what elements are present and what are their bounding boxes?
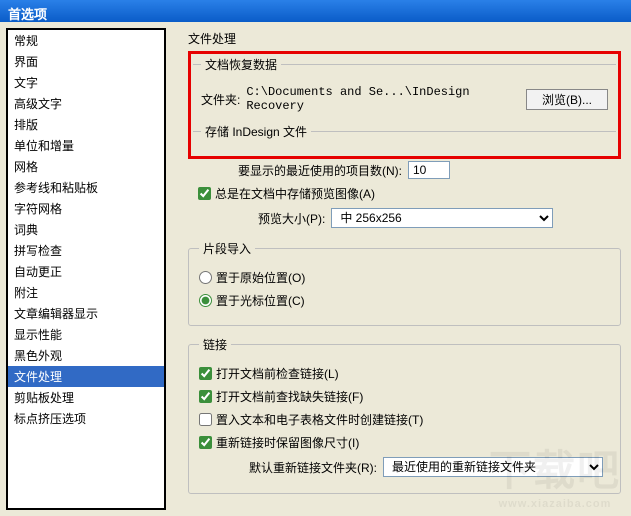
create-on-place-label: 置入文本和电子表格文件时创建链接(T) [216, 411, 423, 428]
links-legend: 链接 [199, 336, 231, 353]
default-relink-label: 默认重新链接文件夹(R): [249, 459, 377, 476]
find-missing-row: 打开文档前查找缺失链接(F) [199, 388, 610, 405]
sidebar-item[interactable]: 常规 [8, 30, 164, 51]
check-before-open-input[interactable] [199, 367, 212, 380]
sidebar-item[interactable]: 排版 [8, 114, 164, 135]
highlight-box: 文档恢复数据 文件夹: C:\Documents and Se...\InDes… [188, 51, 621, 159]
sidebar-item[interactable]: 文字 [8, 72, 164, 93]
save-group-body: 要显示的最近使用的项目数(N): 总是在文档中存储预览图像(A) 预览大小(P)… [188, 161, 621, 240]
preserve-dims-label: 重新链接时保留图像尺寸(I) [216, 434, 359, 451]
recovery-group: 文档恢复数据 文件夹: C:\Documents and Se...\InDes… [193, 56, 616, 123]
fragment-original-input[interactable] [199, 271, 212, 284]
fragment-cursor-input[interactable] [199, 294, 212, 307]
fragment-legend: 片段导入 [199, 240, 255, 257]
sidebar-item[interactable]: 文章编辑器显示 [8, 303, 164, 324]
links-group: 链接 打开文档前检查链接(L) 打开文档前查找缺失链接(F) 置入文本和电子表格… [188, 336, 621, 494]
fragment-cursor-row: 置于光标位置(C) [199, 292, 610, 309]
preview-size-select[interactable]: 中 256x256 [331, 208, 553, 228]
fragment-cursor-label: 置于光标位置(C) [216, 292, 305, 309]
sidebar-item[interactable]: 单位和增量 [8, 135, 164, 156]
fragment-original-label: 置于原始位置(O) [216, 269, 305, 286]
sidebar-item[interactable]: 拼写检查 [8, 240, 164, 261]
recent-items-input[interactable] [408, 161, 450, 179]
sidebar-item[interactable]: 参考线和粘贴板 [8, 177, 164, 198]
recovery-legend: 文档恢复数据 [201, 56, 281, 73]
sidebar-item[interactable]: 附注 [8, 282, 164, 303]
sidebar-item[interactable]: 字符网格 [8, 198, 164, 219]
preserve-dims-row: 重新链接时保留图像尺寸(I) [199, 434, 610, 451]
always-preview-checkbox[interactable]: 总是在文档中存储预览图像(A) [198, 185, 375, 202]
recovery-folder-row: 文件夹: C:\Documents and Se...\InDesign Rec… [201, 85, 608, 113]
category-sidebar[interactable]: 常规界面文字高级文字排版单位和增量网格参考线和粘贴板字符网格词典拼写检查自动更正… [6, 28, 166, 510]
create-on-place-row: 置入文本和电子表格文件时创建链接(T) [199, 411, 610, 428]
check-before-open-checkbox[interactable]: 打开文档前检查链接(L) [199, 365, 339, 382]
always-preview-label: 总是在文档中存储预览图像(A) [215, 185, 375, 202]
find-missing-input[interactable] [199, 390, 212, 403]
fragment-group: 片段导入 置于原始位置(O) 置于光标位置(C) [188, 240, 621, 326]
preserve-dims-input[interactable] [199, 436, 212, 449]
find-missing-label: 打开文档前查找缺失链接(F) [216, 388, 363, 405]
sidebar-item[interactable]: 词典 [8, 219, 164, 240]
save-legend: 存储 InDesign 文件 [201, 123, 311, 140]
sidebar-item[interactable]: 剪贴板处理 [8, 387, 164, 408]
preview-size-label: 预览大小(P): [258, 210, 325, 227]
sidebar-item[interactable]: 黑色外观 [8, 345, 164, 366]
window-titlebar: 首选项 [0, 0, 631, 22]
main-panel: 文件处理 文档恢复数据 文件夹: C:\Documents and Se...\… [172, 28, 625, 510]
recovery-folder-path: C:\Documents and Se...\InDesign Recovery [246, 85, 520, 113]
recent-items-label: 要显示的最近使用的项目数(N): [238, 162, 402, 179]
panel-title: 文件处理 [188, 30, 621, 47]
create-on-place-checkbox[interactable]: 置入文本和电子表格文件时创建链接(T) [199, 411, 423, 428]
default-relink-row: 默认重新链接文件夹(R): 最近使用的重新链接文件夹 [199, 457, 610, 477]
check-before-open-label: 打开文档前检查链接(L) [216, 365, 339, 382]
window-title: 首选项 [8, 7, 47, 22]
browse-button[interactable]: 浏览(B)... [526, 89, 608, 110]
sidebar-item[interactable]: 自动更正 [8, 261, 164, 282]
preview-size-row: 预览大小(P): 中 256x256 [198, 208, 611, 228]
find-missing-checkbox[interactable]: 打开文档前查找缺失链接(F) [199, 388, 363, 405]
preserve-dims-checkbox[interactable]: 重新链接时保留图像尺寸(I) [199, 434, 359, 451]
fragment-original-radio[interactable]: 置于原始位置(O) [199, 269, 305, 286]
default-relink-select[interactable]: 最近使用的重新链接文件夹 [383, 457, 603, 477]
sidebar-item[interactable]: 界面 [8, 51, 164, 72]
content-area: 常规界面文字高级文字排版单位和增量网格参考线和粘贴板字符网格词典拼写检查自动更正… [0, 22, 631, 516]
save-group-top: 存储 InDesign 文件 [193, 123, 616, 150]
sidebar-item[interactable]: 网格 [8, 156, 164, 177]
sidebar-item[interactable]: 文件处理 [8, 366, 164, 387]
fragment-original-row: 置于原始位置(O) [199, 269, 610, 286]
always-preview-input[interactable] [198, 187, 211, 200]
sidebar-item[interactable]: 高级文字 [8, 93, 164, 114]
sidebar-item[interactable]: 显示性能 [8, 324, 164, 345]
fragment-cursor-radio[interactable]: 置于光标位置(C) [199, 292, 305, 309]
check-before-open-row: 打开文档前检查链接(L) [199, 365, 610, 382]
create-on-place-input[interactable] [199, 413, 212, 426]
recent-items-row: 要显示的最近使用的项目数(N): [198, 161, 611, 179]
sidebar-item[interactable]: 标点挤压选项 [8, 408, 164, 429]
recovery-folder-label: 文件夹: [201, 91, 240, 108]
always-preview-row: 总是在文档中存储预览图像(A) [198, 185, 611, 202]
